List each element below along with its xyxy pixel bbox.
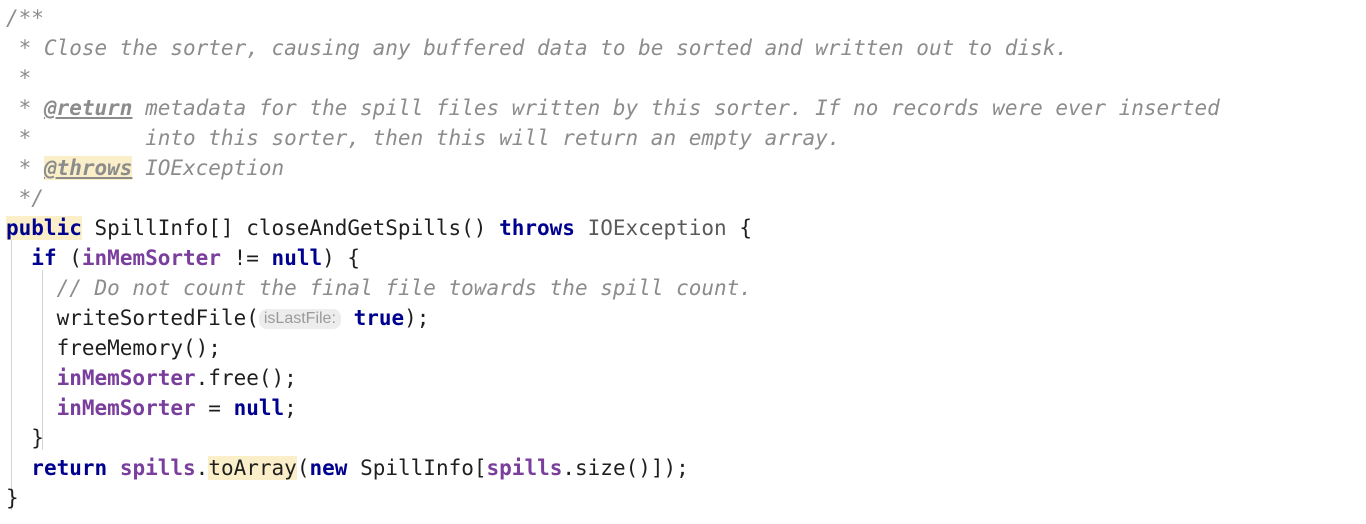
code-token: @throws (43, 156, 133, 180)
code-token: } (6, 486, 19, 510)
code-line[interactable]: } (6, 483, 19, 513)
code-line[interactable]: inMemSorter = null; (6, 393, 297, 423)
code-content[interactable]: /** * Close the sorter, causing any buff… (0, 0, 1366, 524)
code-token: } (6, 426, 44, 450)
code-line[interactable]: writeSortedFile(isLastFile: true); (6, 303, 430, 333)
code-line[interactable]: return spills.toArray(new SpillInfo[spil… (6, 453, 689, 483)
code-token: * Close the sorter, causing any buffered… (6, 36, 1069, 60)
code-line[interactable]: * Close the sorter, causing any buffered… (6, 33, 1068, 63)
code-token: // Do not count the final file towards t… (56, 276, 752, 300)
code-token: null (233, 396, 285, 420)
code-line[interactable]: * into this sorter, then this will retur… (6, 123, 841, 153)
code-line[interactable]: * (6, 63, 32, 93)
code-token: * (6, 66, 32, 90)
code-line[interactable]: */ (6, 183, 44, 213)
code-token: .free(); (195, 366, 297, 390)
code-token: * into this sorter, then this will retur… (6, 126, 841, 150)
code-token: ( (296, 456, 310, 480)
code-line[interactable]: freeMemory(); (6, 333, 221, 363)
code-line[interactable]: public SpillInfo[] closeAndGetSpills() t… (6, 213, 752, 243)
code-token: != (220, 246, 272, 270)
code-token: @return (43, 96, 133, 120)
code-token: spills (486, 456, 563, 480)
code-line[interactable]: inMemSorter.free(); (6, 363, 297, 393)
code-token: SpillInfo[ (347, 456, 487, 480)
code-token: IOException (132, 156, 285, 180)
code-token: .size()]); (562, 456, 689, 480)
code-token: freeMemory(); (6, 336, 221, 360)
code-token: IOException (587, 216, 727, 240)
code-token: /** (6, 6, 44, 30)
code-token: public (6, 216, 82, 240)
code-token: null (271, 246, 323, 270)
code-token: { (726, 216, 752, 240)
code-token: = (195, 396, 234, 420)
code-token: SpillInfo[] closeAndGetSpills() (81, 216, 500, 240)
code-token: true (353, 306, 405, 330)
code-editor[interactable]: /** * Close the sorter, causing any buff… (0, 0, 1366, 524)
code-token: metadata for the spill files written by … (132, 96, 1220, 120)
code-token: inMemSorter (56, 396, 196, 420)
code-line[interactable]: * @return metadata for the spill files w… (6, 93, 1220, 123)
code-token: new (309, 456, 348, 480)
code-token: * (6, 96, 44, 120)
code-token: toArray (208, 456, 297, 480)
code-token: inMemSorter (56, 366, 196, 390)
code-token: ) { (322, 246, 361, 270)
code-token: return (31, 456, 108, 480)
code-token: ; (284, 396, 297, 420)
code-token: ( (56, 246, 82, 270)
code-token: inMemSorter (81, 246, 221, 270)
code-token: if (31, 246, 57, 270)
code-token: writeSortedFile( (56, 306, 259, 330)
code-token: */ (6, 186, 44, 210)
code-token: spills (119, 456, 196, 480)
code-line[interactable]: // Do not count the final file towards t… (6, 273, 752, 303)
code-line[interactable]: /** (6, 3, 44, 33)
code-line[interactable]: * @throws IOException (6, 153, 284, 183)
code-token: * (6, 156, 44, 180)
code-token: ); (404, 306, 430, 330)
inlay-parameter-hint[interactable]: isLastFile: (258, 309, 341, 329)
code-line[interactable]: } (6, 423, 44, 453)
code-token: throws (499, 216, 575, 240)
code-token: . (195, 456, 209, 480)
code-line[interactable]: if (inMemSorter != null) { (6, 243, 360, 273)
